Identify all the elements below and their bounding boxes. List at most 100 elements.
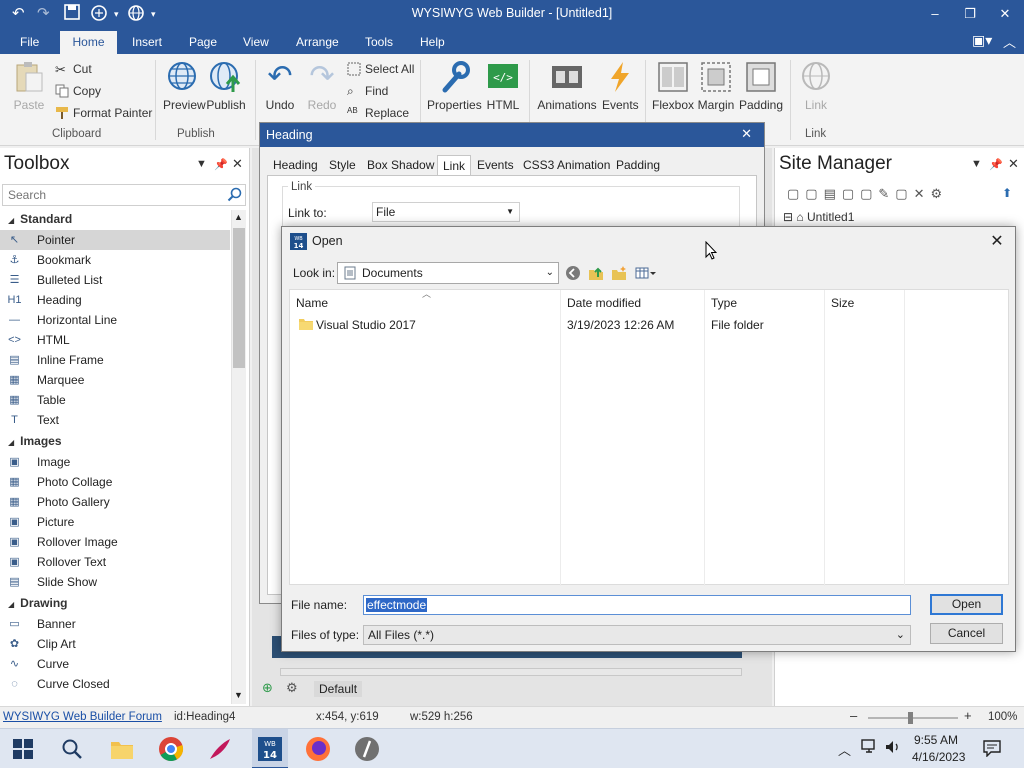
look-in-select[interactable]: Documents ⌄ [337, 262, 559, 284]
toolbox-item-curve-closed[interactable]: ◌ Curve Closed [0, 674, 230, 694]
redo-button[interactable]: ↷ Redo [305, 60, 339, 112]
properties-button[interactable]: Properties [427, 60, 482, 112]
preview-button[interactable]: Preview [163, 60, 206, 112]
collapse-icon[interactable]: ⊟ [783, 210, 793, 224]
toolbox-item-horizontal-line[interactable]: — Horizontal Line [0, 310, 230, 330]
cut-button[interactable]: ✂ Cut [55, 62, 92, 77]
network-icon[interactable] [861, 739, 879, 758]
toolbox-item-rollover-text[interactable]: ▣ Rollover Text [0, 552, 230, 572]
clock-date[interactable]: 4/16/2023 [912, 750, 965, 764]
publish-button[interactable]: Publish [206, 60, 246, 112]
windows-start-icon[interactable] [12, 736, 38, 762]
view-menu-icon[interactable] [635, 265, 657, 284]
toolbox-scrollbar[interactable]: ▲ ▼ [231, 210, 246, 704]
tab-heading[interactable]: Heading [268, 155, 323, 175]
forum-link[interactable]: WYSIWYG Web Builder Forum [3, 711, 162, 723]
close-panel-icon[interactable]: ✕ [232, 156, 243, 172]
firefox-icon[interactable] [305, 736, 331, 762]
toolbox-item-image[interactable]: ▣ Image [0, 452, 230, 472]
zoom-slider[interactable] [868, 712, 958, 724]
tab-page[interactable]: Page [179, 31, 227, 54]
events-button[interactable]: Events [602, 60, 639, 112]
tab-link[interactable]: Link [437, 155, 472, 175]
tab-insert[interactable]: Insert [122, 31, 172, 54]
notifications-icon[interactable] [983, 739, 1001, 760]
toolbox-item-photo-gallery[interactable]: ▦ Photo Gallery [0, 492, 230, 512]
wysiwyg-taskbar-button[interactable]: WB 14 [252, 729, 288, 768]
toolbox-item-picture[interactable]: ▣ Picture [0, 512, 230, 532]
format-painter-button[interactable]: Format Painter [55, 106, 152, 120]
scroll-thumb[interactable] [233, 228, 245, 368]
panel-menu-icon[interactable]: ▼ [196, 158, 207, 170]
tree-root[interactable]: ⊟ ⌂ Untitled1 [783, 210, 854, 224]
column-name[interactable]: Name [296, 296, 328, 310]
close-panel-icon[interactable]: ✕ [1008, 156, 1019, 172]
toolbox-item-photo-collage[interactable]: ▦ Photo Collage [0, 472, 230, 492]
tab-view[interactable]: View [233, 31, 279, 54]
column-type[interactable]: Type [711, 296, 737, 310]
scroll-up-icon[interactable]: ▲ [234, 212, 243, 222]
search-icon[interactable] [227, 187, 242, 205]
chrome-icon[interactable] [158, 736, 184, 762]
toolbox-item-slide-show[interactable]: ▤ Slide Show [0, 572, 230, 592]
html-button[interactable]: </> HTML [486, 60, 520, 112]
toolbox-item-inline-frame[interactable]: ▤ Inline Frame [0, 350, 230, 370]
tray-chevron-icon[interactable]: ︿ [838, 740, 851, 759]
heading-dialog-close-icon[interactable]: ✕ [741, 126, 752, 142]
open-dialog-close-button[interactable]: ✕ [985, 231, 1009, 251]
tab-help[interactable]: Help [410, 31, 455, 54]
padding-button[interactable]: Padding [738, 60, 784, 112]
pin-icon[interactable]: 📌 [214, 158, 228, 171]
tab-arrange[interactable]: Arrange [286, 31, 349, 54]
toolbox-item-clip-art[interactable]: ✿ Clip Art [0, 634, 230, 654]
breakpoint-default[interactable]: Default [314, 681, 363, 697]
canvas-hscroll[interactable] [280, 668, 742, 676]
close-button[interactable]: ✕ [988, 3, 1022, 25]
add-breakpoint-icon[interactable]: ⊕ [262, 680, 273, 696]
animations-button[interactable]: Animations [537, 60, 597, 112]
toolbox-section-drawing[interactable]: ◢ Drawing [0, 592, 230, 614]
search-icon[interactable] [61, 736, 87, 762]
section-collapse-icon[interactable]: ◢ [8, 438, 14, 447]
link-to-select[interactable]: File ▼ [372, 202, 520, 222]
site-manager-toolbar[interactable]: ▢▢▤▢▢✎▢✕⚙ [787, 186, 948, 202]
copy-button[interactable]: Copy [55, 84, 101, 98]
section-collapse-icon[interactable]: ◢ [8, 216, 14, 225]
safari-icon[interactable] [354, 736, 380, 762]
file-name-input[interactable]: effectmode [363, 595, 911, 615]
open-button[interactable]: Open [930, 594, 1003, 615]
zoom-in-icon[interactable]: + [964, 708, 972, 723]
tab-css3-animation[interactable]: CSS3 Animation [518, 155, 615, 175]
replace-button[interactable]: AB Replace [347, 106, 409, 120]
layout-icon[interactable]: ▣▾ [972, 32, 992, 49]
toolbox-item-bulleted-list[interactable]: ☰ Bulleted List [0, 270, 230, 290]
file-explorer-icon[interactable] [109, 736, 135, 762]
up-folder-icon[interactable] [588, 265, 604, 284]
toolbox-item-rollover-image[interactable]: ▣ Rollover Image [0, 532, 230, 552]
search-input[interactable] [3, 185, 223, 205]
tab-tools[interactable]: Tools [355, 31, 403, 54]
zoom-out-icon[interactable]: – [850, 708, 857, 723]
files-of-type-select[interactable]: All Files (*.*) ⌄ [363, 625, 911, 645]
toolbox-section-images[interactable]: ◢ Images [0, 430, 230, 452]
file-row[interactable]: Visual Studio 2017 3/19/2023 12:26 AM Fi… [290, 314, 1008, 334]
new-folder-icon[interactable] [611, 265, 627, 284]
tab-home[interactable]: Home [60, 31, 117, 54]
clock-time[interactable]: 9:55 AM [914, 733, 958, 747]
column-date-modified[interactable]: Date modified [567, 296, 641, 310]
toolbox-item-text[interactable]: T Text [0, 410, 230, 430]
breakpoint-settings-icon[interactable]: ⚙ [286, 680, 298, 696]
toolbox-item-curve[interactable]: ∿ Curve [0, 654, 230, 674]
find-button[interactable]: ⌕ Find [347, 84, 388, 98]
flexbox-button[interactable]: Flexbox [652, 60, 694, 112]
margin-button[interactable]: Margin [697, 60, 735, 112]
toolbox-item-table[interactable]: ▦ Table [0, 390, 230, 410]
select-all-button[interactable]: Select All [347, 62, 414, 76]
toolbox-item-heading[interactable]: H1 Heading [0, 290, 230, 310]
tab-box-shadow[interactable]: Box Shadow [362, 155, 439, 175]
tab-padding[interactable]: Padding [611, 155, 665, 175]
tab-events[interactable]: Events [472, 155, 519, 175]
move-up-icon[interactable]: ⬆ [1002, 186, 1012, 200]
cancel-button[interactable]: Cancel [930, 623, 1003, 644]
minimize-button[interactable]: – [918, 3, 952, 25]
